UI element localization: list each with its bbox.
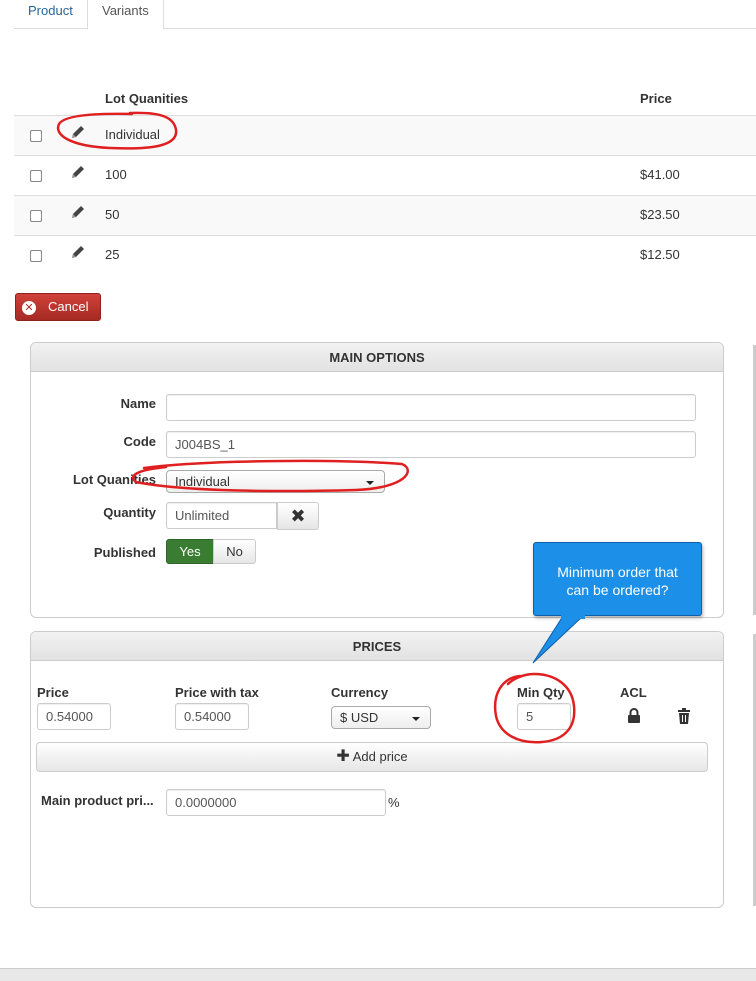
annotation-circle bbox=[493, 672, 576, 744]
published-yes-button[interactable]: Yes bbox=[166, 539, 214, 564]
pencil-icon[interactable] bbox=[70, 164, 86, 180]
variant-price: $41.00 bbox=[640, 167, 680, 182]
column-header-lot-quantities: Lot Quanities bbox=[105, 91, 189, 106]
price-input[interactable]: 0.54000 bbox=[37, 703, 111, 730]
trash-icon[interactable] bbox=[677, 708, 691, 724]
variant-price: $12.50 bbox=[640, 247, 680, 262]
lock-icon[interactable] bbox=[627, 708, 641, 724]
published-no-button[interactable]: No bbox=[213, 539, 256, 564]
add-price-button[interactable]: ✚ Add price bbox=[36, 742, 708, 772]
code-input[interactable]: J004BS_1 bbox=[166, 431, 696, 458]
annotation-circle bbox=[131, 459, 409, 493]
add-price-label: Add price bbox=[352, 749, 408, 764]
callout-line-1: Minimum order that bbox=[557, 564, 678, 580]
row-checkbox[interactable] bbox=[30, 250, 42, 262]
cancel-button[interactable]: ✕ Cancel bbox=[15, 293, 101, 321]
percent-sign: % bbox=[388, 795, 400, 810]
table-row: 100 $41.00 bbox=[14, 155, 756, 195]
pencil-icon[interactable] bbox=[70, 204, 86, 220]
price-with-tax-input[interactable]: 0.54000 bbox=[175, 703, 249, 730]
currency-select[interactable]: $ USD bbox=[331, 706, 431, 729]
main-options-title: MAIN OPTIONS bbox=[31, 343, 723, 372]
code-label: Code bbox=[123, 434, 157, 449]
close-icon: ✖ bbox=[290, 506, 306, 526]
column-header-acl: ACL bbox=[620, 685, 647, 700]
bottom-scroll-strip bbox=[0, 968, 756, 981]
main-product-price-label: Main product pri... bbox=[41, 793, 154, 808]
table-row: 25 $12.50 bbox=[14, 235, 756, 275]
row-checkbox[interactable] bbox=[30, 210, 42, 222]
main-product-price-input[interactable]: 0.0000000 bbox=[166, 789, 386, 816]
column-header-currency: Currency bbox=[331, 685, 389, 700]
column-header-price: Price bbox=[640, 91, 672, 106]
plus-icon: ✚ bbox=[336, 748, 350, 765]
annotation-callout: Minimum order that can be ordered? bbox=[533, 542, 702, 616]
table-row: 50 $23.50 bbox=[14, 195, 756, 235]
tab-bar: Product Variants bbox=[14, 0, 756, 30]
chevron-down-icon bbox=[412, 717, 420, 721]
callout-pointer bbox=[532, 615, 585, 664]
variant-quantity: 50 bbox=[105, 207, 120, 222]
column-header-price-with-tax: Price with tax bbox=[175, 685, 259, 700]
row-checkbox[interactable] bbox=[30, 130, 42, 142]
callout-line-2: can be ordered? bbox=[566, 582, 669, 598]
published-label: Published bbox=[93, 545, 156, 560]
quantity-input[interactable]: Unlimited bbox=[166, 502, 277, 529]
prices-title: PRICES bbox=[31, 632, 723, 661]
variant-quantity: 100 bbox=[105, 167, 127, 182]
row-checkbox[interactable] bbox=[30, 170, 42, 182]
close-icon: ✕ bbox=[22, 301, 36, 315]
variant-price: $23.50 bbox=[640, 207, 680, 222]
tab-variants[interactable]: Variants bbox=[87, 0, 164, 30]
name-label: Name bbox=[120, 396, 156, 411]
pencil-icon[interactable] bbox=[70, 244, 86, 260]
clear-quantity-button[interactable]: ✖ bbox=[277, 502, 319, 530]
cancel-label: Cancel bbox=[48, 299, 89, 314]
column-header-price: Price bbox=[37, 685, 69, 700]
variant-quantity: 25 bbox=[105, 247, 120, 262]
quantity-label: Quantity bbox=[103, 505, 156, 520]
currency-value: $ USD bbox=[340, 710, 379, 725]
tab-product[interactable]: Product bbox=[14, 0, 87, 29]
name-input[interactable] bbox=[166, 394, 696, 421]
annotation-circle bbox=[56, 111, 178, 150]
